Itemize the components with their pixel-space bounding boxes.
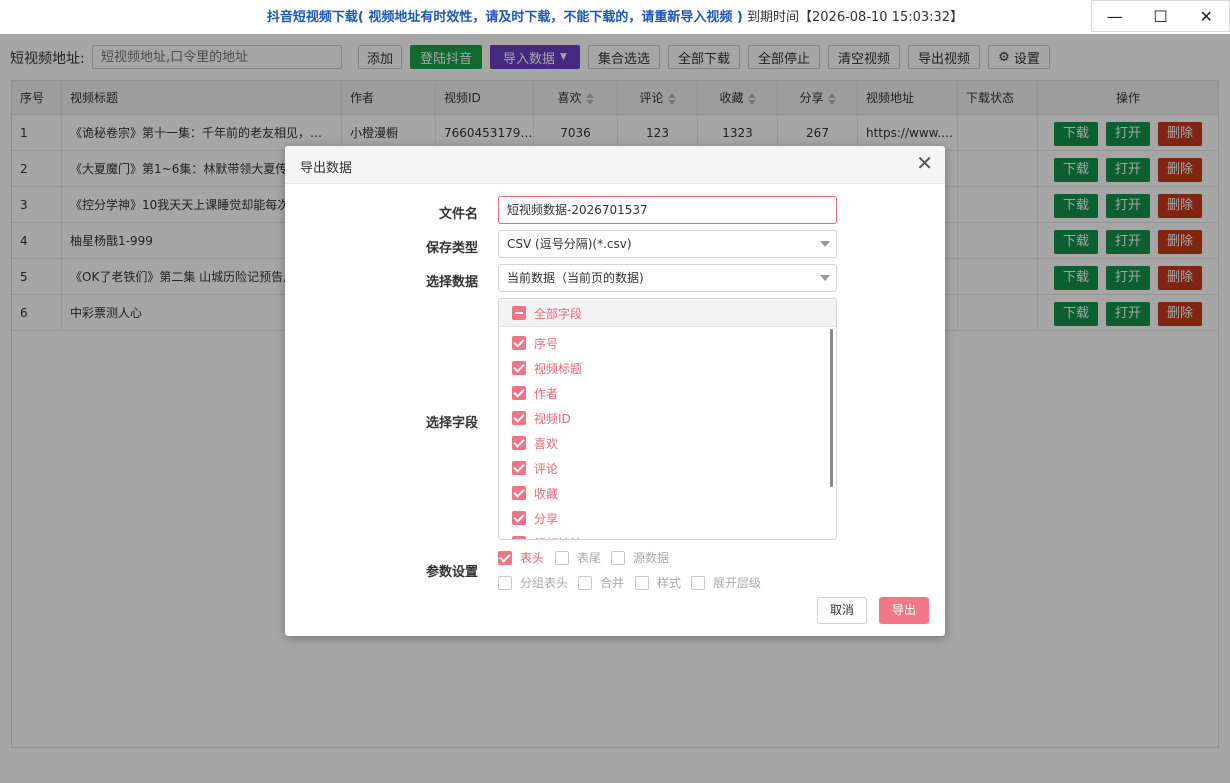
- maximize-button[interactable]: ☐: [1138, 1, 1184, 31]
- field-label: 视频ID: [534, 411, 571, 426]
- save-type-label: 保存类型: [425, 241, 478, 256]
- close-window-button[interactable]: ✕: [1183, 1, 1229, 31]
- field-label: 作者: [534, 386, 559, 401]
- filename-label: 文件名: [438, 207, 478, 222]
- param-source-label: 源数据: [633, 551, 670, 565]
- window-title: 抖音短视频下载( 视频地址有时效性，请及时下载，不能下载的，请重新导入视频 ) …: [0, 6, 1230, 25]
- checkbox-checked-icon: [512, 336, 526, 350]
- field-checkbox-item[interactable]: 喜欢: [512, 433, 558, 453]
- field-checkbox-item[interactable]: 评论: [512, 458, 558, 478]
- fields-list: 全部字段 序号视频标题作者视频ID 喜欢评论收藏分享视频地址: [498, 298, 837, 540]
- checkbox-checked-icon: [512, 411, 526, 425]
- checkbox-checked-icon: [512, 536, 526, 539]
- param-style-label: 样式: [657, 576, 682, 590]
- fields-label: 选择字段: [425, 416, 478, 431]
- checkbox-empty-icon: [611, 550, 625, 565]
- checkbox-empty-icon: [635, 575, 649, 590]
- dialog-header: 导出数据 ✕: [285, 146, 945, 184]
- dialog-title: 导出数据: [300, 161, 353, 176]
- field-checkbox-item[interactable]: 视频标题: [512, 358, 582, 378]
- param-group-header-label: 分组表头: [520, 576, 569, 590]
- param-header-checkbox[interactable]: 表头: [498, 549, 544, 566]
- field-label: 分享: [534, 511, 559, 526]
- field-label: 序号: [534, 336, 559, 351]
- fields-list-header: 全部字段: [499, 299, 836, 327]
- chevron-down-icon: [820, 275, 830, 281]
- minimize-button[interactable]: —: [1092, 1, 1138, 31]
- title-main: 抖音短视频下载( 视频地址有时效性，请及时下载，不能下载的，请重新导入视频 ): [266, 10, 743, 25]
- filename-input[interactable]: 短视频数据-2026701537: [498, 196, 837, 224]
- checkbox-checked-icon: [512, 511, 526, 525]
- param-style-checkbox[interactable]: 样式: [635, 574, 681, 591]
- window-controls: — ☐ ✕: [1091, 0, 1230, 32]
- checkbox-checked-icon: [512, 361, 526, 375]
- checkbox-empty-icon: [578, 575, 592, 590]
- field-checkbox-item[interactable]: 序号: [512, 333, 558, 353]
- close-icon[interactable]: ✕: [916, 153, 933, 173]
- param-group-header-checkbox[interactable]: 分组表头: [498, 574, 568, 591]
- param-footer-label: 表尾: [577, 551, 602, 565]
- param-merge-checkbox[interactable]: 合并: [578, 574, 624, 591]
- param-merge-label: 合并: [600, 576, 625, 590]
- field-label: 喜欢: [534, 436, 559, 451]
- data-scope-label: 选择数据: [425, 275, 478, 290]
- param-expand-checkbox[interactable]: 展开层级: [691, 574, 761, 591]
- checkbox-indeterminate-icon: [512, 306, 526, 320]
- checkbox-empty-icon: [555, 550, 569, 565]
- field-checkbox-item[interactable]: 收藏: [512, 483, 558, 503]
- all-fields-checkbox[interactable]: 全部字段: [512, 303, 582, 323]
- data-scope-value: 当前数据（当前页的数据): [507, 271, 644, 285]
- chevron-down-icon: [820, 241, 830, 247]
- save-type-value: CSV (逗号分隔)(*.csv): [507, 237, 632, 251]
- field-label: 评论: [534, 461, 559, 476]
- field-checkbox-item[interactable]: 分享: [512, 508, 558, 528]
- field-checkbox-item[interactable]: 视频ID: [512, 408, 571, 428]
- cancel-button[interactable]: 取消: [817, 597, 867, 624]
- checkbox-empty-icon: [498, 575, 512, 590]
- checkbox-checked-icon: [498, 550, 512, 565]
- param-expand-label: 展开层级: [713, 576, 762, 590]
- checkbox-checked-icon: [512, 436, 526, 450]
- field-checkbox-item[interactable]: 作者: [512, 383, 558, 403]
- field-label: 视频地址: [534, 535, 582, 540]
- title-expiry: 到期时间【2026-08-10 15:03:32】: [747, 10, 964, 25]
- export-dialog: 导出数据 ✕ 文件名 短视频数据-2026701537 保存类型 CSV (逗号…: [285, 146, 945, 636]
- field-checkbox-item[interactable]: 视频地址: [512, 533, 582, 540]
- param-source-checkbox[interactable]: 源数据: [611, 549, 669, 566]
- param-header-label: 表头: [520, 551, 545, 565]
- export-button[interactable]: 导出: [879, 597, 929, 624]
- title-bar: 抖音短视频下载( 视频地址有时效性，请及时下载，不能下载的，请重新导入视频 ) …: [0, 0, 1230, 34]
- fields-scrollbar[interactable]: [830, 329, 833, 487]
- params-label: 参数设置: [425, 565, 478, 580]
- param-footer-checkbox[interactable]: 表尾: [555, 549, 601, 566]
- data-scope-select[interactable]: 当前数据（当前页的数据): [498, 264, 837, 292]
- field-label: 收藏: [534, 486, 559, 501]
- save-type-select[interactable]: CSV (逗号分隔)(*.csv): [498, 230, 837, 258]
- checkbox-empty-icon: [691, 575, 705, 590]
- all-fields-label: 全部字段: [534, 306, 583, 321]
- field-label: 视频标题: [534, 361, 583, 376]
- checkbox-checked-icon: [512, 486, 526, 500]
- checkbox-checked-icon: [512, 386, 526, 400]
- checkbox-checked-icon: [512, 461, 526, 475]
